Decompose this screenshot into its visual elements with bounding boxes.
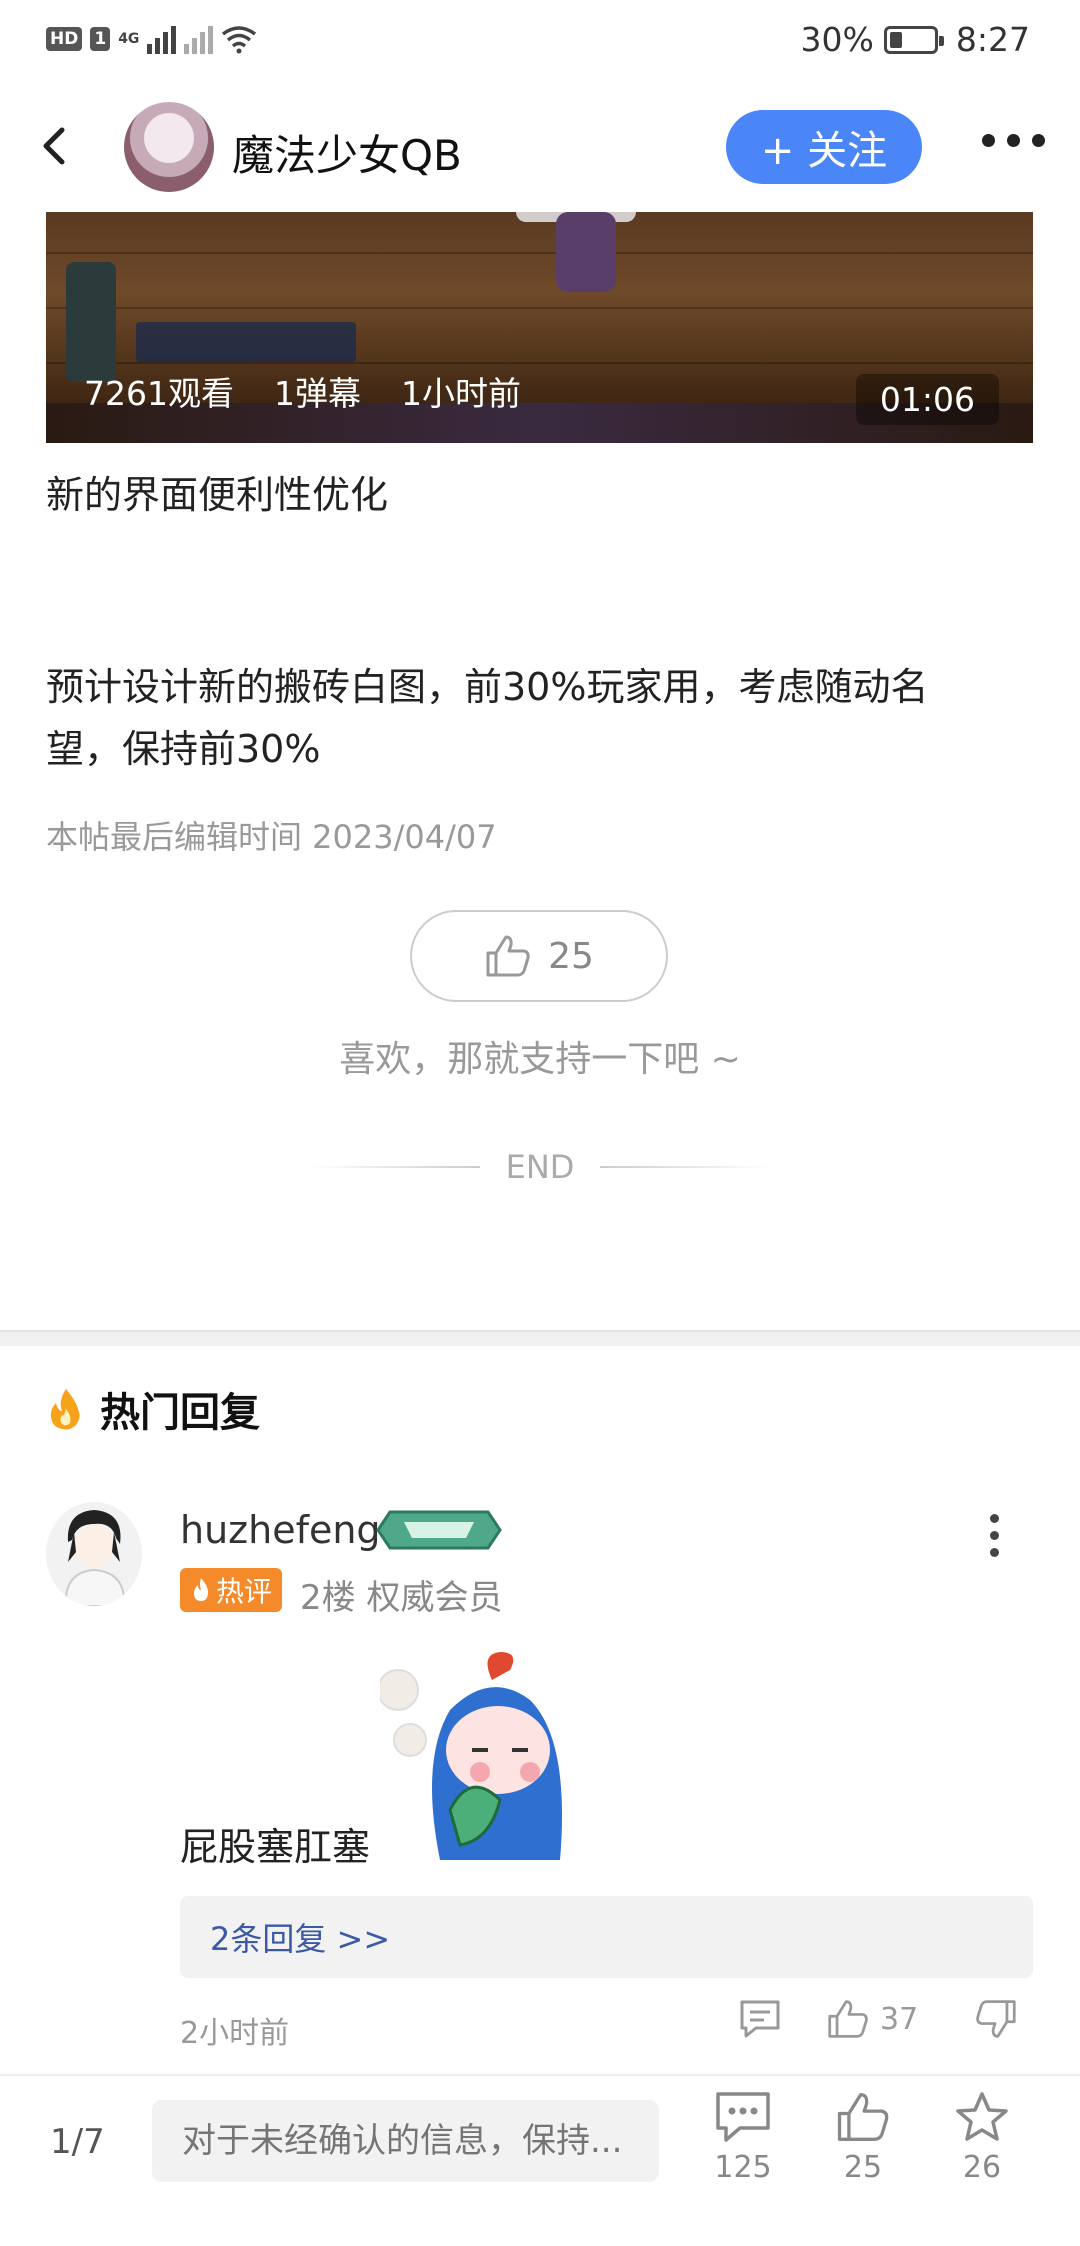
comment-like-button[interactable]: 37: [826, 1998, 918, 2040]
video-player[interactable]: 7261观看 1弹幕 1小时前 01:06: [46, 212, 1033, 443]
end-marker: END: [0, 1148, 1080, 1186]
battery-percent: 30%: [800, 20, 874, 59]
hd-badge: HD: [46, 27, 83, 51]
bottom-comments-button[interactable]: 125: [693, 2090, 793, 2185]
comment-like-count: 37: [880, 2001, 919, 2037]
video-time-ago: 1小时前: [400, 374, 521, 413]
hot-tag-label: 热评: [216, 1575, 273, 1608]
bottom-favorite-button[interactable]: 26: [932, 2090, 1032, 2185]
post-paragraph-2-line-2: 望，保持前30%: [46, 727, 321, 771]
status-bar: HD 1 4G 30% 8:27: [0, 0, 1080, 86]
signal-icon: [147, 24, 177, 54]
comment-bubble-icon: [716, 2092, 770, 2142]
bottom-likes-count: 25: [843, 2150, 883, 2185]
comment-more-icon[interactable]: [990, 1514, 999, 1557]
thumbs-up-icon: [486, 935, 530, 977]
reply-icon: [740, 2000, 780, 2038]
more-options-icon[interactable]: [982, 134, 1045, 147]
bottom-thumbs-up-icon: [837, 2093, 889, 2141]
author-avatar[interactable]: [124, 102, 214, 192]
status-right: 30% 8:27: [801, 20, 1030, 59]
comment-meta: 2楼 权威会员: [300, 1578, 503, 1618]
hot-comment-badge: 热评: [180, 1568, 283, 1612]
end-label: END: [505, 1148, 575, 1186]
back-arrow-icon[interactable]: [38, 122, 70, 170]
wifi-icon: [222, 26, 257, 54]
view-count: 7261观看: [84, 374, 234, 413]
thumbs-down-icon: [976, 2000, 1016, 2038]
hot-replies-header: 热门回复: [46, 1380, 260, 1438]
post-like-button[interactable]: 25: [410, 910, 668, 1002]
level-badge-icon: [376, 1510, 502, 1550]
hot-replies-title: 热门回复: [100, 1390, 260, 1436]
danmaku-count: 1弹幕: [273, 374, 361, 413]
commenter-name[interactable]: huzhefeng: [180, 1508, 381, 1552]
edit-time: 本帖最后编辑时间 2023/04/07: [46, 818, 497, 856]
bottom-comments-count: 125: [714, 2150, 772, 2185]
comment-thumbs-up-icon: [828, 2000, 868, 2038]
comment-dislike-button[interactable]: [974, 1998, 1018, 2040]
star-icon: [956, 2092, 1008, 2141]
video-duration: 01:06: [855, 374, 999, 425]
sticker-image: [380, 1652, 562, 1860]
status-left: HD 1 4G: [46, 24, 257, 54]
clock: 8:27: [955, 20, 1030, 59]
bottom-favorites-count: 26: [962, 2150, 1002, 2185]
battery-icon: [883, 25, 944, 54]
view-replies-link[interactable]: 2条回复 >>: [180, 1896, 1033, 1978]
hot-tag-flame-icon: [194, 1578, 208, 1601]
end-divider-right: [600, 1166, 771, 1168]
flame-icon: [50, 1389, 80, 1430]
support-text: 喜欢，那就支持一下吧 ~: [339, 1039, 741, 1080]
post-paragraph-1: 新的界面便利性优化: [46, 473, 389, 517]
signal-2-icon: [184, 24, 214, 54]
post-paragraph-2-line-1: 预计设计新的搬砖白图，前30%玩家用，考虑随动名: [46, 665, 929, 709]
author-name[interactable]: 魔法少女QB: [232, 122, 462, 183]
bottom-like-button[interactable]: 25: [813, 2090, 913, 2185]
section-divider: [0, 1330, 1080, 1346]
comment-time: 2小时前: [180, 2016, 290, 2051]
video-stats: 7261观看 1弹幕 1小时前: [84, 367, 521, 415]
comment-reply-button[interactable]: [738, 1998, 782, 2040]
commenter-avatar[interactable]: [46, 1502, 142, 1606]
sim-badge: 1: [90, 27, 111, 51]
post-like-count: 25: [548, 935, 594, 977]
comment-input[interactable]: [152, 2100, 659, 2182]
comment-text: 屁股塞肛塞: [180, 1825, 371, 1869]
network-label: 4G: [118, 31, 140, 47]
end-divider-left: [309, 1166, 480, 1168]
page-indicator[interactable]: 1/7: [50, 2122, 105, 2162]
follow-button[interactable]: + 关注: [726, 110, 922, 184]
